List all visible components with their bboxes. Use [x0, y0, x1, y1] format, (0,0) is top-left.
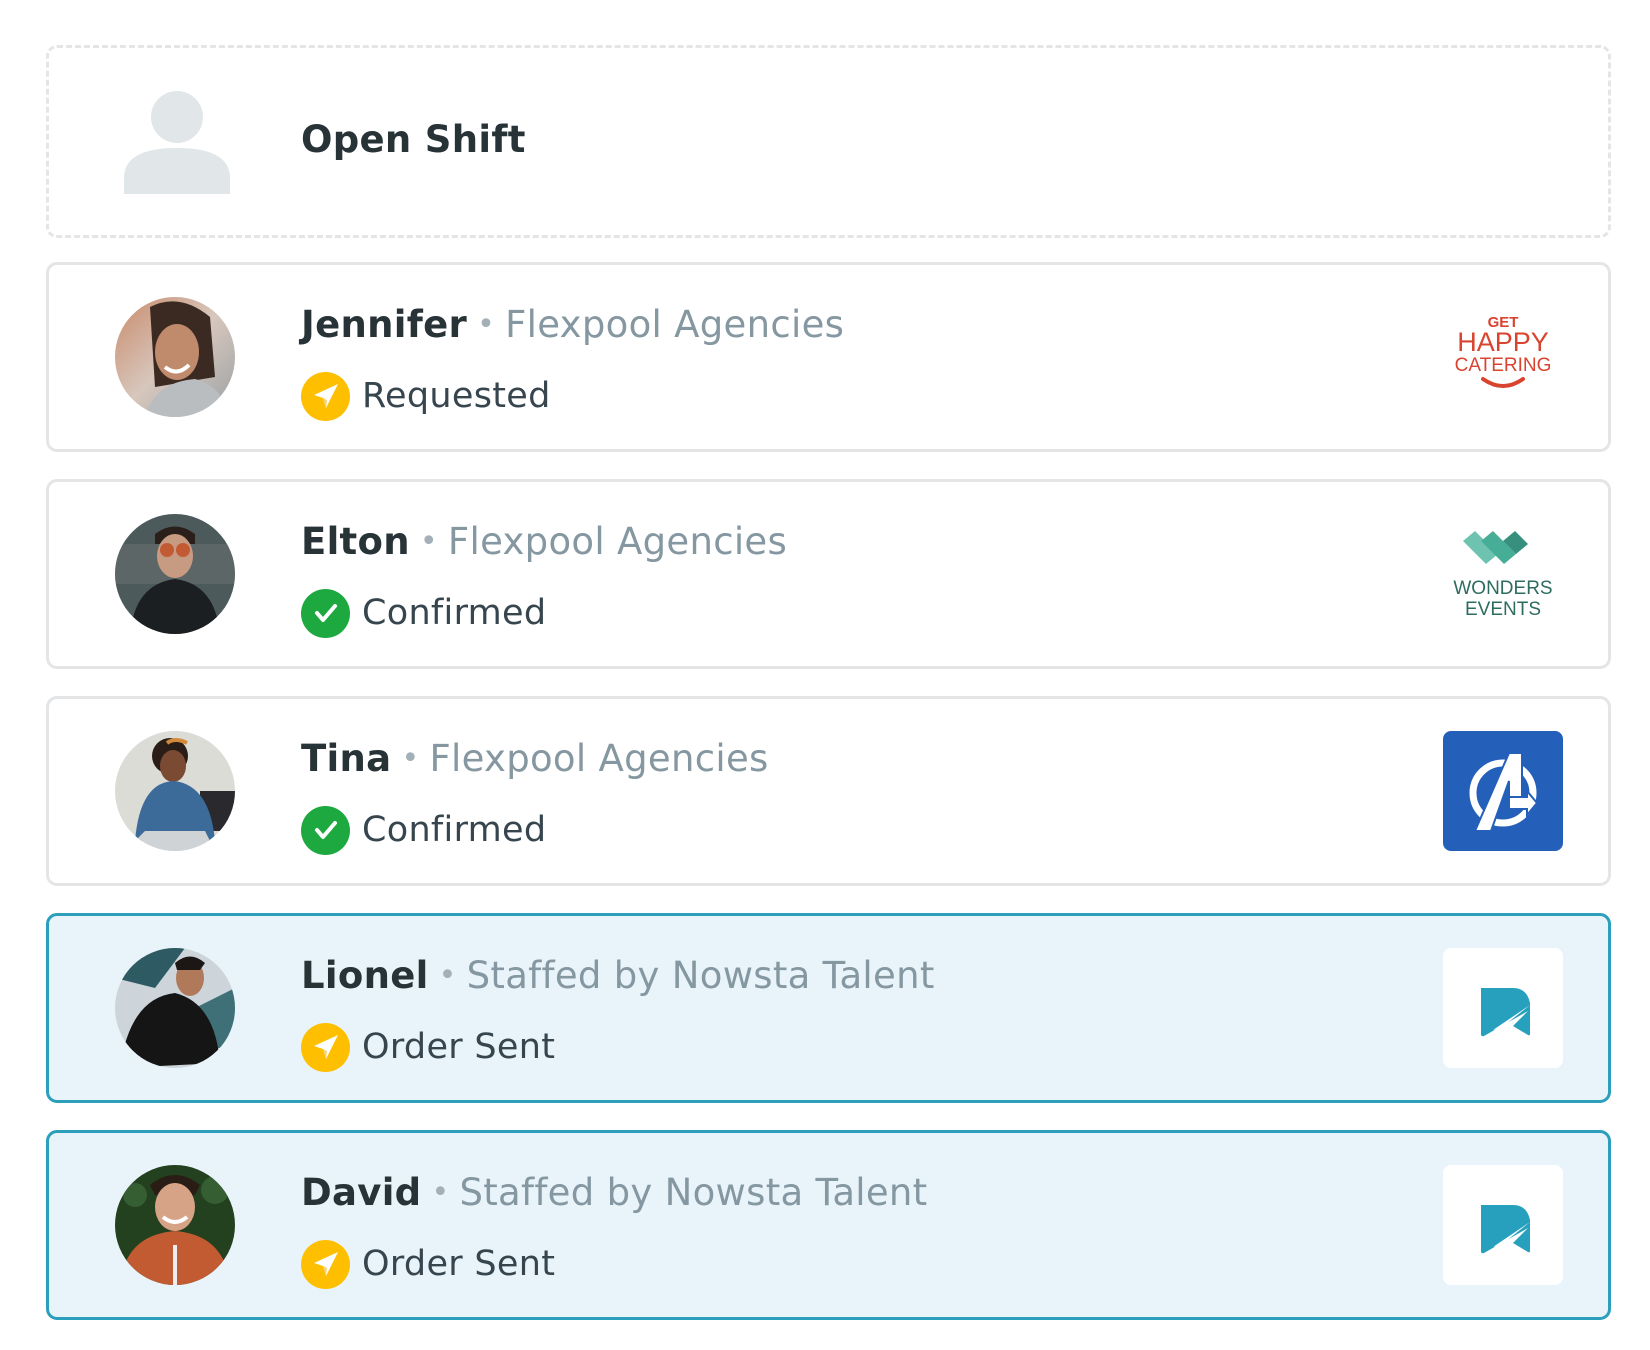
separator-dot: •	[477, 307, 496, 342]
nowsta-logo	[1443, 948, 1563, 1068]
name-line: Elton • Flexpool Agencies	[301, 520, 787, 563]
paper-plane-icon	[301, 1239, 350, 1289]
status: Confirmed	[301, 805, 546, 855]
person-placeholder-icon	[124, 91, 230, 194]
avatar	[115, 297, 235, 417]
avatar	[115, 514, 235, 634]
logo-text-events: EVENTS	[1465, 599, 1541, 620]
avengers-logo	[1443, 731, 1563, 851]
avatar	[115, 1165, 235, 1285]
checkmark-icon	[301, 588, 350, 638]
paper-plane-icon	[301, 1022, 350, 1072]
shift-row-elton[interactable]: Elton • Flexpool Agencies Confirmed WONDER…	[46, 479, 1611, 669]
status-label: Confirmed	[362, 593, 547, 633]
agency-name: Flexpool Agencies	[429, 737, 769, 780]
shift-row-jennifer[interactable]: Jennifer • Flexpool Agencies Requested GET…	[46, 262, 1611, 452]
open-shift-title: Open Shift	[301, 118, 526, 161]
status-label: Order Sent	[362, 1027, 556, 1067]
status-label: Requested	[362, 376, 551, 416]
agency-name: Flexpool Agencies	[505, 303, 845, 346]
avatar	[115, 948, 235, 1068]
agency-name: Flexpool Agencies	[447, 520, 788, 563]
shift-row-lionel[interactable]: Lionel • Staffed by Nowsta Talent Order Se…	[46, 913, 1611, 1103]
nowsta-logo	[1443, 1165, 1563, 1285]
avatar	[115, 731, 235, 851]
separator-dot: •	[419, 524, 438, 559]
name-line: Jennifer • Flexpool Agencies	[301, 303, 844, 346]
separator-dot: •	[431, 1175, 450, 1210]
staff-name: Lionel	[301, 954, 429, 997]
shift-row-david[interactable]: David • Staffed by Nowsta Talent Order Sen…	[46, 1130, 1611, 1320]
logo-text-wonders: WONDERS	[1453, 578, 1552, 599]
checkmark-icon	[301, 805, 350, 855]
shift-row-tina[interactable]: Tina • Flexpool Agencies Confirmed	[46, 696, 1611, 886]
open-shift-card[interactable]: Open Shift	[46, 45, 1611, 238]
status: Confirmed	[301, 588, 546, 638]
separator-dot: •	[401, 741, 420, 776]
name-line: Tina • Flexpool Agencies	[301, 737, 769, 780]
staff-name: Jennifer	[301, 303, 468, 346]
agency-name: Staffed by Nowsta Talent	[466, 954, 935, 997]
staff-name: David	[301, 1171, 422, 1214]
status: Requested	[301, 371, 551, 421]
logo-text-catering: CATERING	[1455, 355, 1552, 376]
status-label: Order Sent	[362, 1244, 556, 1284]
logo-text-happy: HAPPY	[1457, 327, 1549, 357]
status-label: Confirmed	[362, 810, 547, 850]
staff-name: Tina	[301, 737, 392, 780]
name-line: Lionel • Staffed by Nowsta Talent	[301, 954, 935, 997]
staff-name: Elton	[301, 520, 410, 563]
separator-dot: •	[438, 958, 457, 993]
status: Order Sent	[301, 1239, 555, 1289]
status: Order Sent	[301, 1022, 555, 1072]
paper-plane-icon	[301, 371, 350, 421]
wonders-events-logo: WONDERS EVENTS	[1443, 514, 1563, 634]
agency-name: Staffed by Nowsta Talent	[459, 1171, 928, 1214]
name-line: David • Staffed by Nowsta Talent	[301, 1171, 928, 1214]
get-happy-catering-logo: GET HAPPY CATERING	[1443, 297, 1563, 417]
